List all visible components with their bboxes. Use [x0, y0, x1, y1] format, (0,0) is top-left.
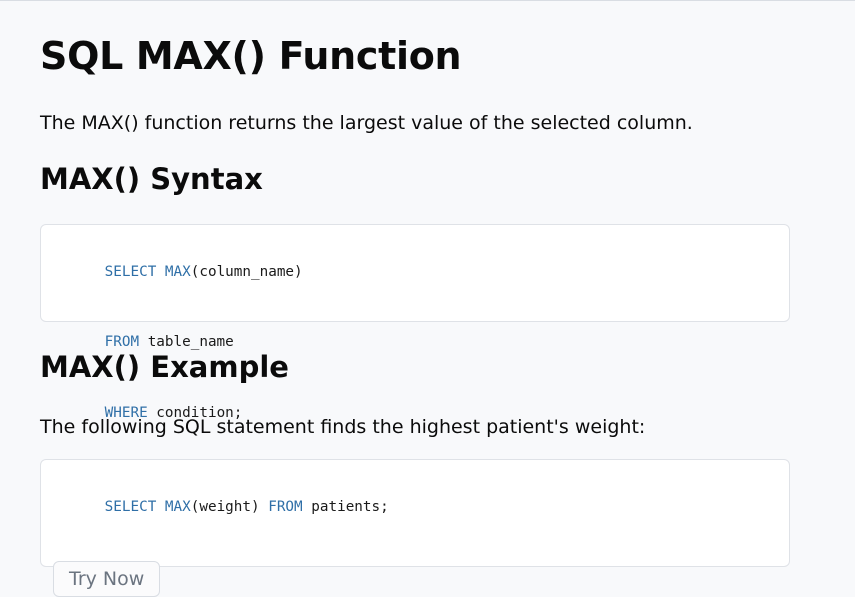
syntax-heading: MAX() Syntax [40, 162, 263, 196]
intro-text: The MAX() function returns the largest v… [40, 112, 693, 134]
code-token: MAX [164, 498, 191, 515]
example-heading: MAX() Example [40, 350, 289, 384]
example-description: The following SQL statement finds the hi… [40, 416, 646, 438]
code-token: (column_name) [190, 263, 303, 280]
code-token: FROM [268, 498, 303, 515]
syntax-code-line: SELECT MAX(column_name) [53, 237, 777, 308]
page-title: SQL MAX() Function [40, 34, 462, 78]
code-token: SELECT [104, 498, 157, 515]
code-token: SELECT [104, 263, 157, 280]
code-token: FROM [104, 334, 140, 350]
code-token: (weight) [190, 498, 269, 515]
syntax-code-block: SELECT MAX(column_name) FROM table_name … [40, 224, 790, 421]
try-now-button[interactable]: Try Now [53, 560, 161, 597]
code-token: MAX [164, 263, 191, 280]
code-token: table_name [139, 334, 234, 350]
code-token: patients; [302, 498, 389, 515]
example-code-block: SELECT MAX(weight) FROM patients; Try No… [40, 459, 790, 597]
example-code-line: SELECT MAX(weight) FROM patients; [53, 472, 777, 543]
